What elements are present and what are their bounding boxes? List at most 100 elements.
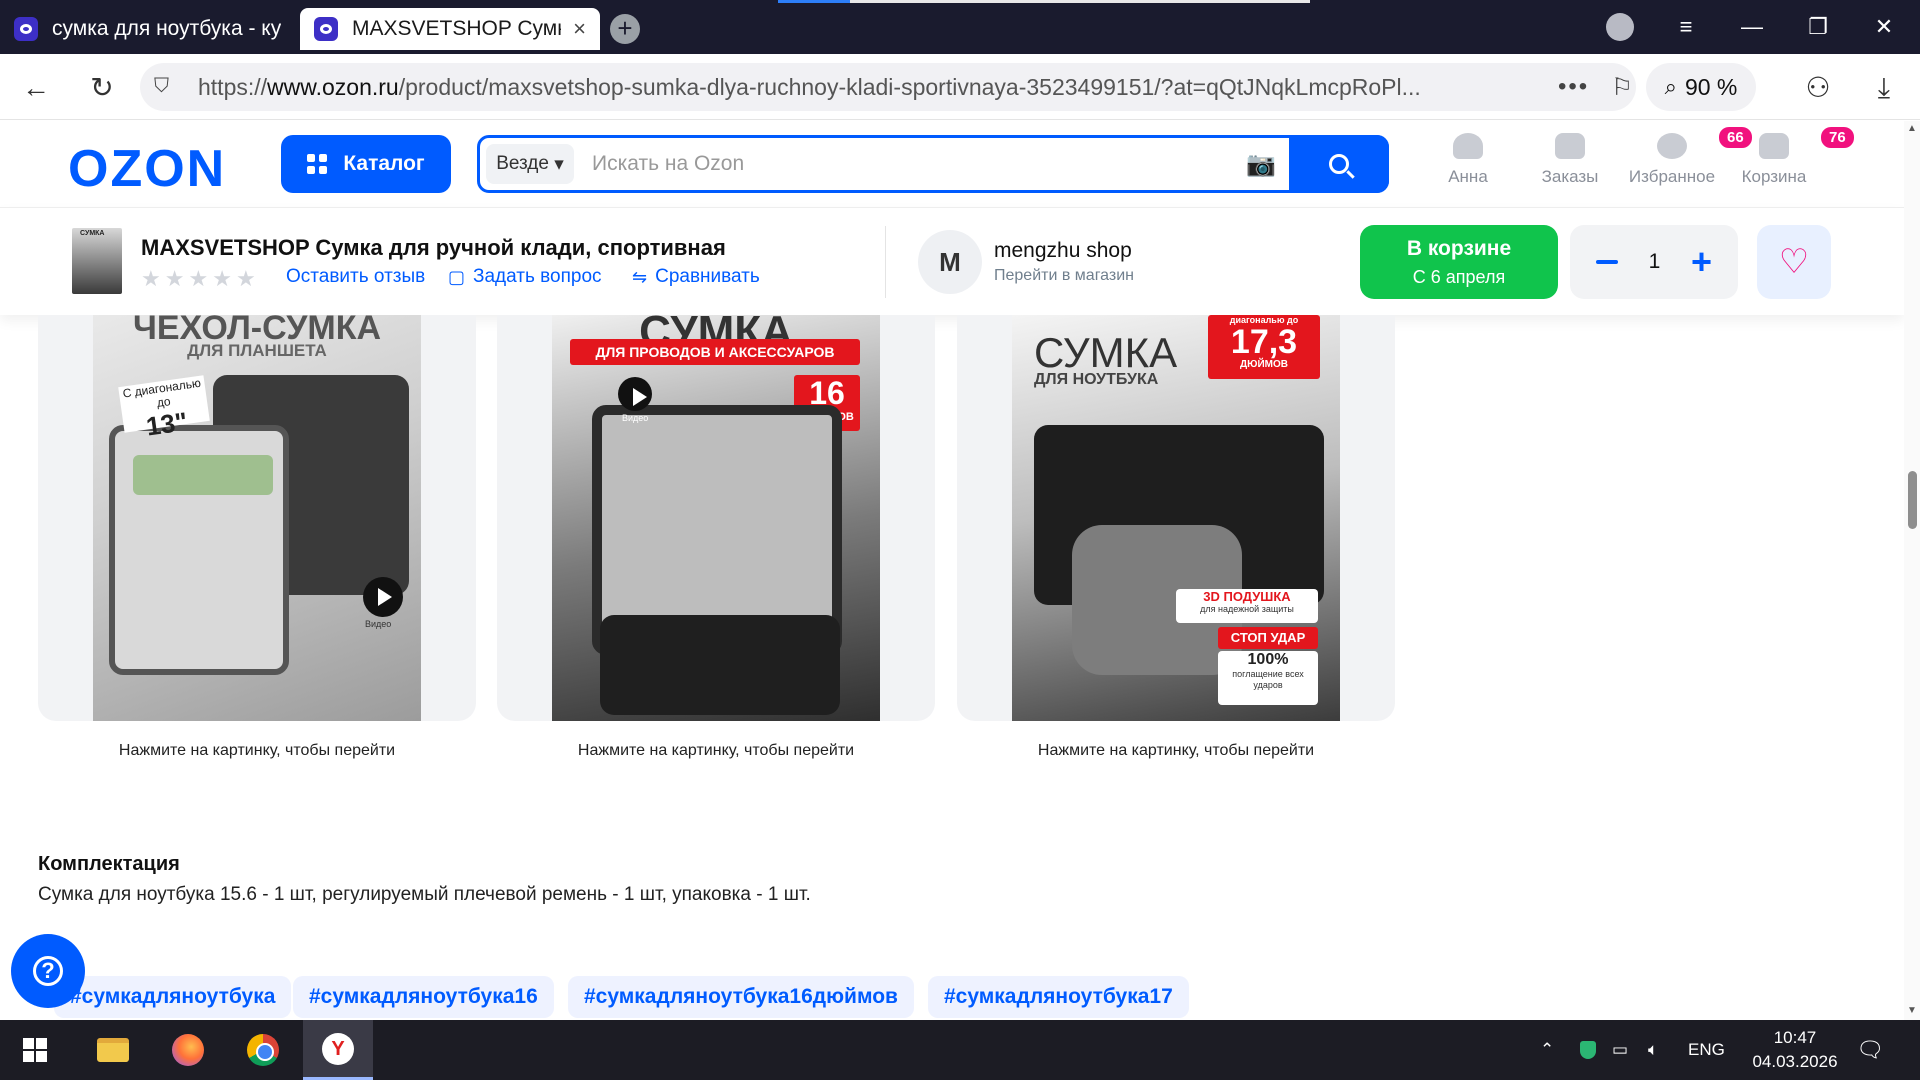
start-button[interactable] xyxy=(0,1020,70,1080)
folder-icon xyxy=(97,1038,129,1062)
search-input[interactable] xyxy=(592,148,1232,180)
windows-icon xyxy=(23,1038,47,1062)
new-tab-button[interactable]: + xyxy=(610,14,640,44)
taskbar-firefox[interactable] xyxy=(153,1020,223,1080)
scroll-up-icon: ▲ xyxy=(1907,123,1917,134)
search-button[interactable] xyxy=(1289,135,1389,193)
product-image[interactable]: ЧЕХОЛ-СУМКА ДЛЯ ПЛАНШЕТА С диагональю до… xyxy=(93,315,421,721)
camera-icon[interactable]: 📷 xyxy=(1246,150,1276,179)
tab-title: MAXSVETSHOP Сумка для xyxy=(352,17,561,40)
nav-cart[interactable]: 76 Корзина xyxy=(1724,125,1856,187)
loading-bar xyxy=(778,0,850,3)
tab-ozon-search[interactable]: сумка для ноутбука - купить xyxy=(0,8,295,50)
section-heading: Комплектация xyxy=(38,853,180,875)
security-icon[interactable] xyxy=(1580,1020,1596,1080)
url-field[interactable]: ⛉ https://www.ozon.ru/product/maxsvetsho… xyxy=(140,63,1636,111)
nav-orders[interactable]: Заказы xyxy=(1520,133,1620,187)
video-play-icon[interactable] xyxy=(363,577,403,617)
site-header: OZON Каталог Везде ▾ 📷 Анна Заказы 66 Из… xyxy=(0,121,1904,207)
hashtag-link[interactable]: #сумкадляноутбука17 xyxy=(928,976,1189,1018)
back-arrow-icon[interactable]: ← xyxy=(16,68,56,108)
minimize-icon[interactable]: — xyxy=(1732,10,1772,44)
product-thumbnail[interactable]: СУМКА xyxy=(72,228,122,294)
zoom-indicator[interactable]: ⌕ 90 % xyxy=(1646,63,1756,111)
product-card[interactable]: СУМКА ДЛЯ НОУТБУКА диагональю до 17,3 ДЮ… xyxy=(957,315,1395,721)
in-cart-button[interactable]: В корзине С 6 апреля xyxy=(1360,225,1558,299)
ozon-logo[interactable]: OZON xyxy=(68,139,226,199)
help-button[interactable]: ? xyxy=(11,934,85,1008)
rating-stars[interactable]: ★ ★ ★ ★ ★ xyxy=(141,266,256,292)
video-play-icon[interactable] xyxy=(618,377,652,411)
yandex-browser-icon: Y xyxy=(322,1032,354,1065)
user-icon xyxy=(1453,133,1483,159)
search-icon xyxy=(1329,154,1349,174)
heart-icon: 66 xyxy=(1657,125,1754,159)
taskbar: Y ⌃ ▭ 🔈︎ ENG 10:47 04.03.2026 🗨︎ xyxy=(0,1020,1920,1080)
tray-expand-icon[interactable]: ⌃ xyxy=(1540,1020,1554,1080)
product-card[interactable]: ЧЕХОЛ-СУМКА ДЛЯ ПЛАНШЕТА С диагональю до… xyxy=(38,315,476,721)
nav-profile[interactable]: Анна xyxy=(1418,133,1518,187)
cart-badge: 76 xyxy=(1819,125,1856,150)
taskbar-chrome[interactable] xyxy=(228,1020,298,1080)
shop-name[interactable]: mengzhu shop xyxy=(994,239,1132,263)
network-icon[interactable]: ▭ xyxy=(1612,1020,1628,1080)
heart-icon: ♡ xyxy=(1778,243,1810,281)
menu-icon[interactable]: ≡ xyxy=(1666,10,1706,44)
clock[interactable]: 10:47 04.03.2026 xyxy=(1740,1026,1850,1074)
scroll-down-icon: ▼ xyxy=(1907,1005,1917,1016)
extensions-icon[interactable]: ⚇ xyxy=(1798,68,1838,108)
cart-icon: 76 xyxy=(1759,125,1856,159)
download-icon[interactable]: ⤓ xyxy=(1864,68,1904,108)
browser-tab-bar: сумка для ноутбука - купить MAXSVETSHOP … xyxy=(0,0,1920,54)
notifications-icon[interactable]: 🗨︎ xyxy=(1856,1020,1884,1080)
bookmark-icon[interactable]: ⚐ xyxy=(1611,73,1633,102)
taskbar-explorer[interactable] xyxy=(78,1020,148,1080)
quantity-value: 1 xyxy=(1648,250,1661,273)
volume-icon[interactable]: 🔈︎ xyxy=(1648,1020,1658,1080)
product-image[interactable]: СУМКА ДЛЯ ПРОВОДОВ И АКСЕССУАРОВ 16 ОТСЕ… xyxy=(552,315,880,721)
image-caption: Нажмите на картинку, чтобы перейти xyxy=(1037,742,1315,759)
increase-button[interactable]: + xyxy=(1691,244,1712,280)
question-link[interactable]: ▢ Задать вопрос xyxy=(448,266,602,288)
compare-icon: ⇋ xyxy=(632,266,648,287)
shop-avatar[interactable]: M xyxy=(918,230,982,294)
reload-icon[interactable]: ↻ xyxy=(82,68,122,108)
close-window-icon[interactable]: ✕ xyxy=(1864,10,1904,44)
hashtag-link[interactable]: #сумкадляноутбука16дюймов xyxy=(568,976,914,1018)
image-caption: Нажмите на картинку, чтобы перейти xyxy=(577,742,855,759)
address-bar-row: ← ↻ ⛉ https://www.ozon.ru/product/maxsve… xyxy=(0,54,1920,120)
section-text: Сумка для ноутбука 15.6 - 1 шт, регулиру… xyxy=(38,884,811,905)
restore-icon[interactable]: ❐ xyxy=(1798,10,1838,44)
more-options-icon[interactable]: ••• xyxy=(1558,73,1589,101)
site-info-icon[interactable]: ⛉ xyxy=(154,75,178,99)
grid-icon xyxy=(307,154,328,174)
product-image[interactable]: СУМКА ДЛЯ НОУТБУКА диагональю до 17,3 ДЮ… xyxy=(1012,315,1340,721)
sticky-product-bar: СУМКА MAXSVETSHOP Сумка для ручной клади… xyxy=(0,207,1904,315)
chrome-icon xyxy=(247,1034,279,1066)
scrollbar-thumb[interactable] xyxy=(1908,471,1917,529)
add-to-favorites-button[interactable]: ♡ xyxy=(1757,225,1831,299)
product-card[interactable]: СУМКА ДЛЯ ПРОВОДОВ И АКСЕССУАРОВ 16 ОТСЕ… xyxy=(497,315,935,721)
question-icon: ? xyxy=(33,956,63,986)
star-icon: ★ xyxy=(141,266,161,291)
decrease-button[interactable] xyxy=(1596,260,1618,264)
tab-product[interactable]: MAXSVETSHOP Сумка для × xyxy=(300,8,600,50)
language-indicator[interactable]: ENG xyxy=(1688,1020,1725,1080)
close-tab-icon[interactable]: × xyxy=(573,16,586,42)
hashtag-link[interactable]: #сумкадляноутбука16 xyxy=(293,976,554,1018)
compare-link[interactable]: ⇋ Сравнивать xyxy=(632,266,760,288)
taskbar-yandex-browser[interactable]: Y xyxy=(303,1020,373,1080)
star-icon: ★ xyxy=(212,266,232,291)
page-scrollbar[interactable]: ▲ ▼ xyxy=(1904,121,1920,1020)
quantity-stepper: 1 + xyxy=(1570,225,1738,299)
search-scope-select[interactable]: Везде ▾ xyxy=(486,144,574,184)
divider xyxy=(885,226,886,298)
nav-favorites[interactable]: 66 Избранное xyxy=(1622,125,1754,187)
hashtag-link[interactable]: #сумкадляноутбука xyxy=(54,976,292,1018)
shop-link[interactable]: Перейти в магазин xyxy=(994,267,1134,285)
chat-icon: ▢ xyxy=(448,266,466,287)
catalog-button[interactable]: Каталог xyxy=(281,135,451,193)
profile-avatar-icon[interactable] xyxy=(1606,13,1634,41)
review-link[interactable]: Оставить отзыв xyxy=(286,266,425,288)
url-text[interactable]: https://www.ozon.ru/product/maxsvetshop-… xyxy=(198,74,1538,101)
